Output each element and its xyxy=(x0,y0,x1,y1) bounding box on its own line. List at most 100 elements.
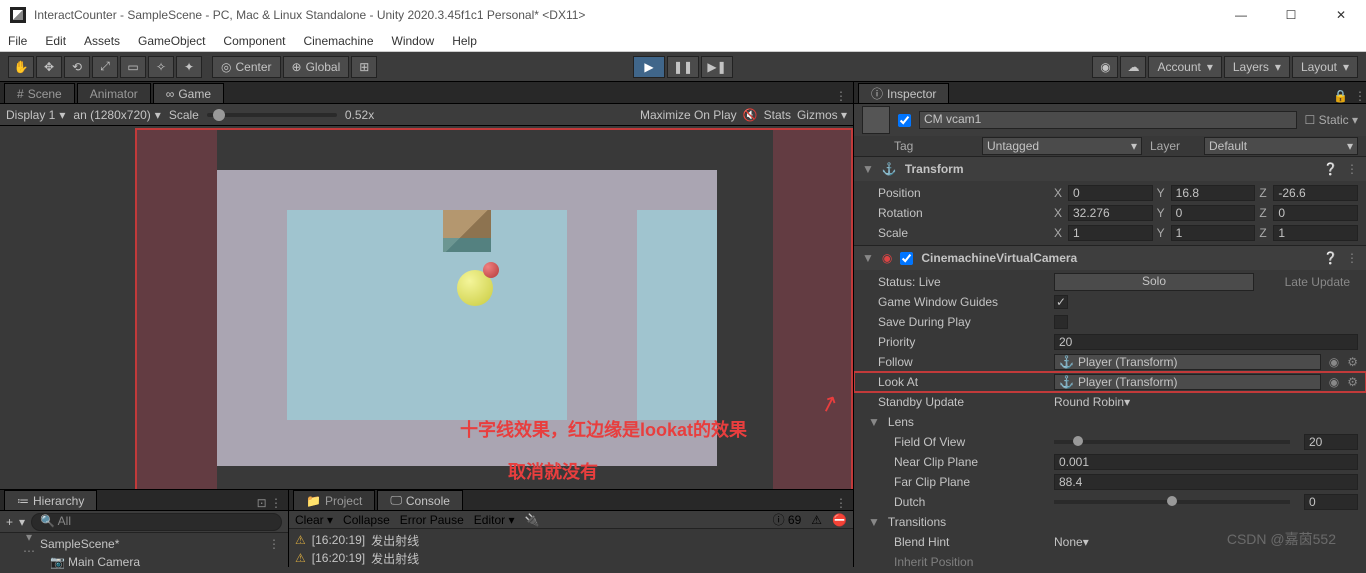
console-collapse-toggle[interactable]: Collapse xyxy=(343,513,390,527)
follow-object-field[interactable]: ⚓Player (Transform) xyxy=(1054,354,1321,370)
gameobject-active-checkbox[interactable] xyxy=(898,114,911,127)
save-during-checkbox[interactable] xyxy=(1054,315,1068,329)
tab-options-icon[interactable]: ⋮ xyxy=(835,89,853,103)
scale-slider[interactable] xyxy=(207,113,337,117)
layout-dropdown[interactable]: Layout ▾ xyxy=(1292,56,1358,78)
layer-dropdown[interactable]: Default▾ xyxy=(1204,137,1358,155)
hierarchy-add-button[interactable]: + xyxy=(6,515,13,529)
pause-button[interactable]: ❚❚ xyxy=(667,56,699,78)
component-menu-icon[interactable]: ⋮ xyxy=(1346,251,1358,265)
guides-checkbox[interactable]: ✓ xyxy=(1054,295,1068,309)
menu-help[interactable]: Help xyxy=(452,34,477,48)
layers-dropdown[interactable]: Layers ▾ xyxy=(1224,56,1290,78)
hand-tool-icon[interactable]: ✋ xyxy=(8,56,34,78)
play-button[interactable]: ▶ xyxy=(633,56,665,78)
cloud-icon[interactable]: ☁ xyxy=(1120,56,1146,78)
far-clip-input[interactable]: 88.4 xyxy=(1054,474,1358,490)
dutch-input[interactable]: 0 xyxy=(1304,494,1358,510)
snap-icon[interactable]: ⊞ xyxy=(351,56,377,78)
rotate-tool-icon[interactable]: ⟲ xyxy=(64,56,90,78)
rotation-y-input[interactable]: 0 xyxy=(1171,205,1256,221)
rotation-x-input[interactable]: 32.276 xyxy=(1068,205,1153,221)
inspector-options-icon[interactable]: ⋮ xyxy=(1354,89,1366,103)
account-dropdown[interactable]: Account ▾ xyxy=(1148,56,1221,78)
console-warn-icon[interactable]: ⚠ xyxy=(811,513,822,527)
minimize-button[interactable]: — xyxy=(1226,8,1256,22)
console-clear-button[interactable]: Clear ▾ xyxy=(295,513,333,527)
position-x-input[interactable]: 0 xyxy=(1068,185,1153,201)
maximize-on-play-toggle[interactable]: Maximize On Play xyxy=(640,108,737,122)
solo-button[interactable]: Solo xyxy=(1054,273,1254,291)
stats-toggle[interactable]: Stats xyxy=(764,108,791,122)
cvc-component-header[interactable]: ▼◉ CinemachineVirtualCamera ❔ ⋮ xyxy=(854,246,1366,270)
menu-file[interactable]: File xyxy=(8,34,27,48)
scale-x-input[interactable]: 1 xyxy=(1068,225,1153,241)
component-help-icon[interactable]: ❔ xyxy=(1323,251,1338,265)
menu-gameobject[interactable]: GameObject xyxy=(138,34,205,48)
priority-input[interactable]: 20 xyxy=(1054,334,1358,350)
lens-label[interactable]: Lens xyxy=(888,415,1048,429)
tab-game[interactable]: ∞ Game xyxy=(153,83,224,103)
scale-tool-icon[interactable]: ⤢ xyxy=(92,56,118,78)
gameobject-name-input[interactable]: CM vcam1 xyxy=(919,111,1297,129)
rotation-z-input[interactable]: 0 xyxy=(1273,205,1358,221)
tab-console[interactable]: 🖵 Console xyxy=(377,490,463,510)
hierarchy-scene-row[interactable]: ▾ ⋯SampleScene*⋮ xyxy=(0,535,288,553)
tag-dropdown[interactable]: Untagged▾ xyxy=(982,137,1142,155)
gizmos-dropdown[interactable]: Gizmos ▾ xyxy=(797,108,847,122)
tab-hierarchy[interactable]: ≔ Hierarchy xyxy=(4,490,97,510)
menu-cinemachine[interactable]: Cinemachine xyxy=(303,34,373,48)
transform-component-header[interactable]: ▼⚓ Transform ❔ ⋮ xyxy=(854,157,1366,181)
move-tool-icon[interactable]: ✥ xyxy=(36,56,62,78)
fov-slider[interactable] xyxy=(1054,440,1290,444)
console-info-count[interactable]: ⓘ 69 xyxy=(773,511,802,528)
target-icon[interactable]: ◉ xyxy=(1329,375,1339,389)
inspector-lock-icon[interactable]: 🔒 xyxy=(1333,89,1348,103)
gear-icon[interactable]: ⚙ xyxy=(1347,375,1358,389)
collab-icon[interactable]: ◉ xyxy=(1092,56,1118,78)
position-y-input[interactable]: 16.8 xyxy=(1171,185,1256,201)
tab-inspector[interactable]: ⓘ Inspector xyxy=(858,83,949,103)
dutch-slider[interactable] xyxy=(1054,500,1290,504)
transitions-label[interactable]: Transitions xyxy=(888,515,1048,529)
position-z-input[interactable]: -26.6 xyxy=(1273,185,1358,201)
hierarchy-options-icon[interactable]: ⊡ ⋮ xyxy=(257,496,288,510)
rect-tool-icon[interactable]: ▭ xyxy=(120,56,146,78)
console-log-row[interactable]: ⚠[16:20:19]发出射线 xyxy=(295,549,847,567)
scale-z-input[interactable]: 1 xyxy=(1273,225,1358,241)
custom-tool-icon[interactable]: ✦ xyxy=(176,56,202,78)
console-attach-icon[interactable]: 🔌 xyxy=(525,513,540,527)
console-error-pause-toggle[interactable]: Error Pause xyxy=(400,513,464,527)
fov-input[interactable]: 20 xyxy=(1304,434,1358,450)
gameobject-icon[interactable] xyxy=(862,106,890,134)
cvc-enabled-checkbox[interactable] xyxy=(900,252,913,265)
component-menu-icon[interactable]: ⋮ xyxy=(1346,162,1358,176)
close-button[interactable]: ✕ xyxy=(1326,8,1356,22)
aspect-dropdown[interactable]: an (1280x720) ▾ xyxy=(73,108,160,122)
transform-tool-icon[interactable]: ✧ xyxy=(148,56,174,78)
display-dropdown[interactable]: Display 1 ▾ xyxy=(6,108,65,122)
component-help-icon[interactable]: ❔ xyxy=(1323,162,1338,176)
menu-component[interactable]: Component xyxy=(223,34,285,48)
hierarchy-item-main-camera[interactable]: 📷Main Camera xyxy=(0,553,288,571)
near-clip-input[interactable]: 0.001 xyxy=(1054,454,1358,470)
lookat-object-field[interactable]: ⚓Player (Transform) xyxy=(1054,374,1321,390)
maximize-button[interactable]: ☐ xyxy=(1276,8,1306,22)
tab-animator[interactable]: Animator xyxy=(77,83,151,103)
project-options-icon[interactable]: ⋮ xyxy=(835,496,853,510)
scale-y-input[interactable]: 1 xyxy=(1171,225,1256,241)
menu-assets[interactable]: Assets xyxy=(84,34,120,48)
menu-window[interactable]: Window xyxy=(392,34,435,48)
console-editor-dropdown[interactable]: Editor ▾ xyxy=(474,513,515,527)
hierarchy-search-input[interactable]: 🔍 All xyxy=(31,513,282,531)
menu-edit[interactable]: Edit xyxy=(45,34,66,48)
tab-scene[interactable]: # Scene xyxy=(4,83,75,103)
console-error-icon[interactable]: ⛔ xyxy=(832,513,847,527)
target-icon[interactable]: ◉ xyxy=(1329,355,1339,369)
console-log-row[interactable]: ⚠[16:20:19]发出射线 xyxy=(295,531,847,549)
tab-project[interactable]: 📁 Project xyxy=(293,490,375,510)
mute-icon[interactable]: 🔇 xyxy=(743,108,758,122)
standby-dropdown[interactable]: Round Robin▾ xyxy=(1054,395,1358,409)
pivot-center-button[interactable]: ◎ Center xyxy=(212,56,281,78)
gear-icon[interactable]: ⚙ xyxy=(1347,355,1358,369)
